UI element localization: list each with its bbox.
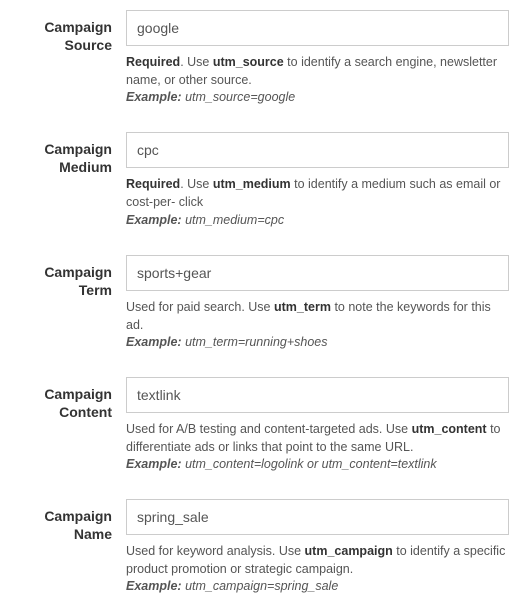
help-pre: . Use (180, 177, 213, 191)
campaign-source-row: Campaign Source Required. Use utm_source… (8, 10, 509, 104)
campaign-name-help: Used for keyword analysis. Use utm_campa… (126, 542, 509, 578)
campaign-medium-example: Example: utm_medium=cpc (126, 213, 509, 227)
help-pre: Used for paid search. Use (126, 300, 274, 314)
example-value: utm_medium=cpc (182, 213, 284, 227)
campaign-term-help: Used for paid search. Use utm_term to no… (126, 298, 509, 334)
example-value: utm_source=google (182, 90, 296, 104)
campaign-source-content: Required. Use utm_source to identify a s… (126, 10, 509, 104)
example-label: Example: (126, 579, 182, 593)
campaign-name-input[interactable] (126, 499, 509, 535)
campaign-content-row: Campaign Content Used for A/B testing an… (8, 377, 509, 471)
campaign-name-example: Example: utm_campaign=spring_sale (126, 579, 509, 593)
campaign-name-content: Used for keyword analysis. Use utm_campa… (126, 499, 509, 593)
help-pre: Used for A/B testing and content-targete… (126, 422, 412, 436)
help-prefix: Required (126, 55, 180, 69)
campaign-medium-input[interactable] (126, 132, 509, 168)
help-param: utm_medium (213, 177, 291, 191)
campaign-source-label: Campaign Source (8, 10, 126, 104)
help-param: utm_term (274, 300, 331, 314)
campaign-term-input[interactable] (126, 255, 509, 291)
example-value: utm_content=logolink (182, 457, 307, 471)
example-value: utm_campaign=spring_sale (182, 579, 339, 593)
help-param: utm_content (412, 422, 487, 436)
example-label: Example: (126, 90, 182, 104)
help-param: utm_campaign (305, 544, 393, 558)
campaign-term-row: Campaign Term Used for paid search. Use … (8, 255, 509, 349)
campaign-medium-label: Campaign Medium (8, 132, 126, 226)
campaign-source-help: Required. Use utm_source to identify a s… (126, 53, 509, 89)
campaign-content-content: Used for A/B testing and content-targete… (126, 377, 509, 471)
campaign-medium-help: Required. Use utm_medium to identify a m… (126, 175, 509, 211)
help-pre: Used for keyword analysis. Use (126, 544, 305, 558)
help-prefix: Required (126, 177, 180, 191)
example-or: or (307, 457, 318, 471)
campaign-content-input[interactable] (126, 377, 509, 413)
campaign-medium-row: Campaign Medium Required. Use utm_medium… (8, 132, 509, 226)
example-value2: utm_content=textlink (318, 457, 436, 471)
example-label: Example: (126, 213, 182, 227)
campaign-source-input[interactable] (126, 10, 509, 46)
campaign-name-label: Campaign Name (8, 499, 126, 593)
campaign-content-label: Campaign Content (8, 377, 126, 471)
campaign-term-content: Used for paid search. Use utm_term to no… (126, 255, 509, 349)
campaign-content-help: Used for A/B testing and content-targete… (126, 420, 509, 456)
help-param: utm_source (213, 55, 284, 69)
campaign-term-example: Example: utm_term=running+shoes (126, 335, 509, 349)
campaign-term-label: Campaign Term (8, 255, 126, 349)
example-label: Example: (126, 335, 182, 349)
help-pre: . Use (180, 55, 213, 69)
campaign-name-row: Campaign Name Used for keyword analysis.… (8, 499, 509, 593)
campaign-content-example: Example: utm_content=logolink or utm_con… (126, 457, 509, 471)
campaign-medium-content: Required. Use utm_medium to identify a m… (126, 132, 509, 226)
example-label: Example: (126, 457, 182, 471)
example-value: utm_term=running+shoes (182, 335, 328, 349)
campaign-source-example: Example: utm_source=google (126, 90, 509, 104)
